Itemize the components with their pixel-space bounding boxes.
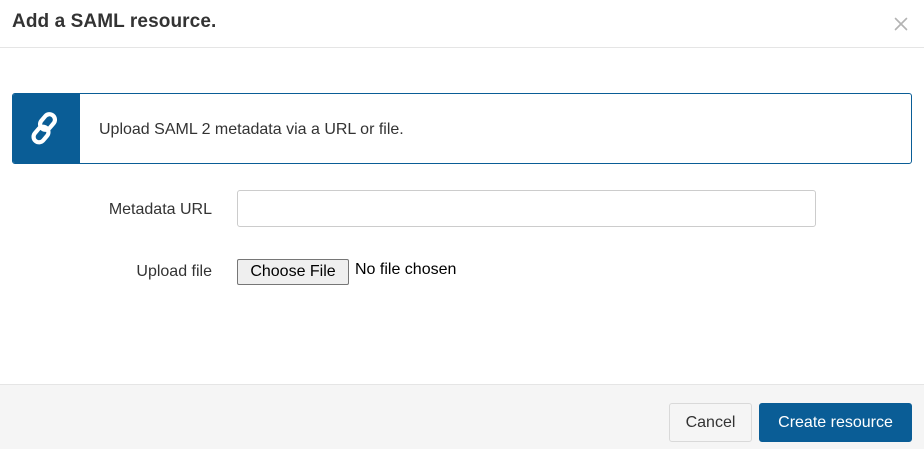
info-alert: Upload SAML 2 metadata via a URL or file… bbox=[12, 93, 912, 164]
info-icon-panel bbox=[13, 94, 80, 163]
cancel-button[interactable]: Cancel bbox=[669, 403, 752, 442]
create-resource-button[interactable]: Create resource bbox=[759, 403, 912, 442]
add-saml-resource-dialog: Add a SAML resource. Upload SAML 2 metad… bbox=[0, 0, 924, 449]
file-status-text: No file chosen bbox=[355, 261, 457, 278]
dialog-footer: Cancel Create resource bbox=[0, 384, 924, 449]
close-icon bbox=[894, 17, 908, 31]
close-button[interactable] bbox=[891, 14, 911, 34]
choose-file-button[interactable]: Choose File bbox=[237, 259, 349, 285]
dialog-title: Add a SAML resource. bbox=[12, 11, 217, 32]
metadata-url-input[interactable] bbox=[237, 190, 816, 227]
link-icon bbox=[31, 112, 58, 145]
metadata-url-label: Metadata URL bbox=[108, 201, 212, 218]
dialog-header: Add a SAML resource. bbox=[0, 0, 924, 48]
info-message: Upload SAML 2 metadata via a URL or file… bbox=[99, 121, 404, 138]
upload-file-label: Upload file bbox=[136, 263, 212, 280]
